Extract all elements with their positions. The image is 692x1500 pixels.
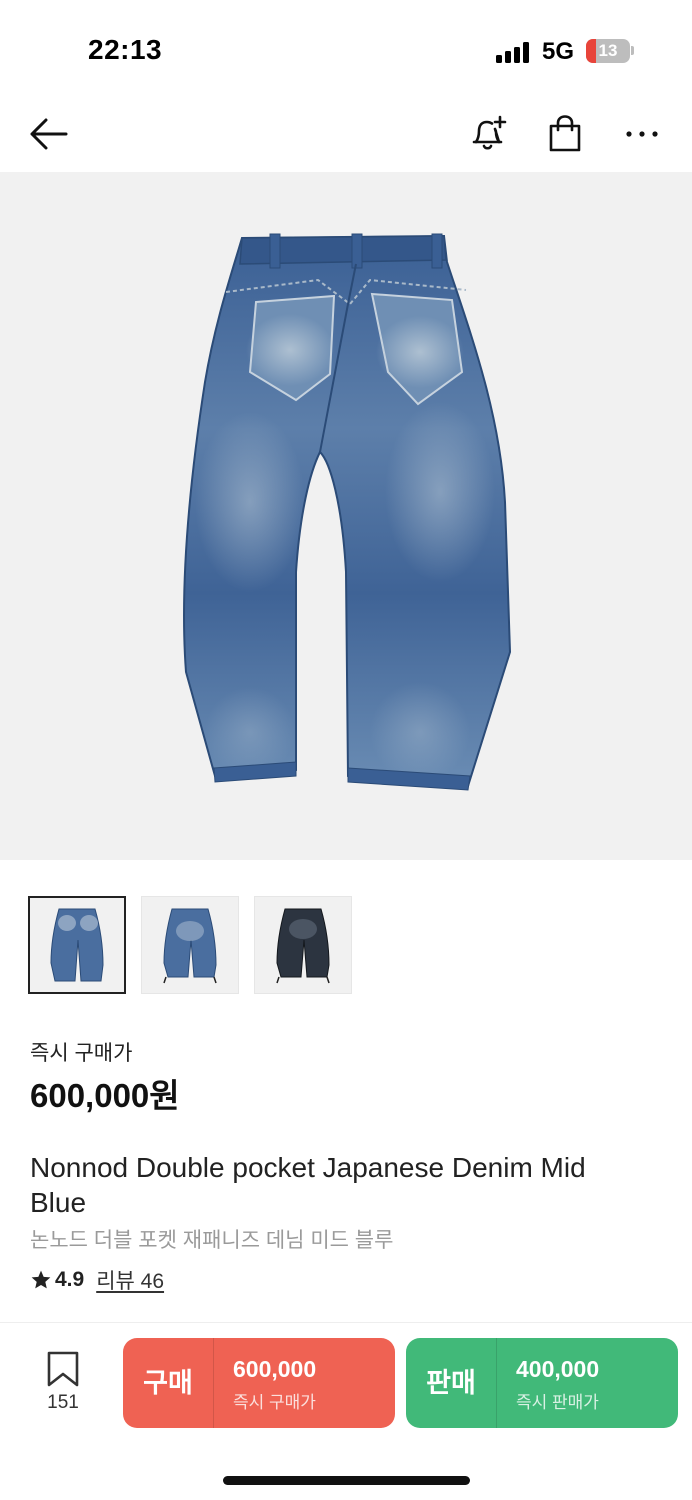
status-time: 22:13 bbox=[88, 34, 163, 65]
rating-row: 4.9 리뷰 46 bbox=[30, 1265, 164, 1295]
buy-price: 600,000 bbox=[233, 1356, 317, 1382]
cellular-signal-icon bbox=[496, 41, 532, 63]
shopping-bag-icon bbox=[549, 115, 581, 152]
more-options-button[interactable] bbox=[612, 96, 672, 172]
image-thumbnails bbox=[28, 896, 352, 994]
status-bar: 22:13 5G 13 bbox=[0, 0, 692, 96]
reviews-link[interactable]: 리뷰 46 bbox=[96, 1265, 164, 1295]
jeans-image bbox=[183, 233, 512, 791]
sell-divider bbox=[496, 1338, 497, 1428]
product-main-image[interactable] bbox=[0, 172, 692, 860]
price-alert-button[interactable] bbox=[458, 96, 518, 172]
thumbnail-1[interactable] bbox=[28, 896, 126, 994]
jeans-thumbnail-image bbox=[163, 908, 217, 984]
sell-button[interactable]: 판매 400,000 즉시 판매가 bbox=[406, 1338, 678, 1428]
thumbnail-2[interactable] bbox=[141, 896, 239, 994]
battery-level: 13 bbox=[598, 41, 618, 60]
sell-price: 400,000 bbox=[516, 1356, 600, 1382]
sell-sub-label: 즉시 판매가 bbox=[516, 1393, 599, 1412]
battery-tip bbox=[631, 46, 634, 55]
network-type: 5G bbox=[542, 38, 575, 65]
jeans-thumbnail-image bbox=[276, 908, 330, 984]
jeans-thumbnail-image bbox=[50, 908, 104, 982]
rating-value: 4.9 bbox=[55, 1268, 85, 1291]
more-horizontal-icon bbox=[626, 131, 658, 137]
product-title: Nonnod Double pocket Japanese Denim Mid … bbox=[30, 1152, 586, 1218]
buy-sub-label: 즉시 구매가 bbox=[233, 1393, 316, 1412]
wishlist-count: 151 bbox=[47, 1392, 79, 1413]
sell-label: 판매 bbox=[426, 1368, 476, 1398]
instant-buy-price-label: 즉시 구매가 bbox=[30, 1042, 133, 1065]
star-icon bbox=[31, 1270, 51, 1289]
buy-button[interactable]: 구매 600,000 즉시 구매가 bbox=[123, 1338, 395, 1428]
home-indicator bbox=[223, 1476, 470, 1485]
back-button[interactable] bbox=[18, 96, 78, 172]
bookmark-icon bbox=[47, 1351, 79, 1387]
divider bbox=[0, 1322, 692, 1323]
product-title-korean: 논노드 더블 포켓 재패니즈 데님 미드 블루 bbox=[30, 1229, 394, 1252]
instant-buy-price: 600,000원 bbox=[30, 1077, 180, 1114]
wishlist-button[interactable]: 151 bbox=[30, 1350, 98, 1420]
battery-icon: 13 bbox=[586, 39, 630, 63]
buy-label: 구매 bbox=[143, 1368, 193, 1398]
arrow-left-icon bbox=[30, 118, 68, 150]
buy-divider bbox=[213, 1338, 214, 1428]
thumbnail-3[interactable] bbox=[254, 896, 352, 994]
bell-plus-icon bbox=[472, 115, 507, 150]
shopping-bag-button[interactable] bbox=[535, 96, 595, 172]
top-nav-bar bbox=[0, 96, 692, 172]
